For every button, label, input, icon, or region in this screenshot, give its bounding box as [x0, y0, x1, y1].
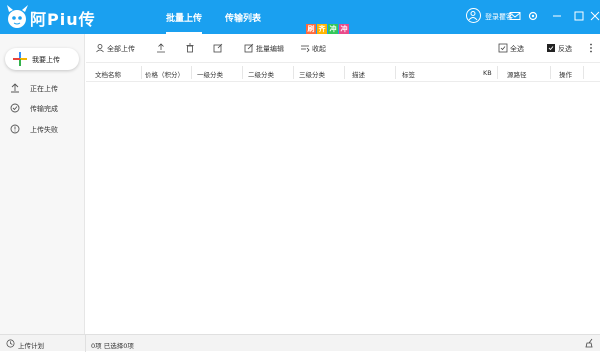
col-header-category-2[interactable]: 二级分类 — [248, 69, 274, 79]
col-header-category-3[interactable]: 三级分类 — [299, 69, 325, 79]
col-header-source-path[interactable]: 源路径 — [507, 69, 527, 79]
checkbox-filled-icon — [547, 44, 555, 52]
mail-icon[interactable] — [509, 10, 521, 22]
batch-edit-icon — [244, 43, 254, 53]
avatar-icon — [466, 8, 481, 23]
col-header-price[interactable]: 价格（积分） — [145, 69, 184, 79]
broom-clean-icon[interactable] — [584, 338, 594, 348]
column-divider — [550, 66, 551, 79]
app-logo: 阿Piu传 — [6, 4, 116, 30]
column-divider — [242, 66, 243, 79]
app-window: 阿Piu传 批量上传 传输列表 刷 齐 冲 冲 登录瞿客 我要上传 正在上传 传… — [0, 0, 600, 352]
minimize-icon[interactable] — [551, 10, 563, 22]
column-divider — [191, 66, 192, 79]
upload-arrow-icon — [11, 83, 19, 93]
col-header-doc-name[interactable]: 文档名称 — [95, 69, 121, 79]
col-header-description[interactable]: 描述 — [352, 69, 365, 79]
status-bar: 上传计划 0项 已选择0项 — [0, 334, 600, 352]
more-vertical-icon[interactable] — [588, 43, 594, 53]
column-divider — [141, 66, 142, 79]
tab-transfer-list[interactable]: 传输列表 — [225, 11, 261, 24]
edit-pencil-icon[interactable] — [213, 43, 223, 53]
status-divider — [85, 335, 86, 352]
batch-edit-label: 批量编辑 — [256, 45, 284, 53]
upload-button[interactable]: 我要上传 — [5, 48, 79, 70]
select-all-label: 全选 — [510, 45, 524, 53]
column-divider — [395, 66, 396, 79]
selection-count: 0项 已选择0项 — [91, 342, 134, 350]
maximize-icon[interactable] — [573, 10, 585, 22]
upload-all-label: 全部上传 — [107, 45, 135, 53]
promo-char: 刷 — [306, 24, 316, 34]
check-circle-icon — [10, 103, 20, 113]
sidebar-item-label: 正在上传 — [30, 85, 58, 93]
column-divider — [344, 66, 345, 79]
promo-char: 齐 — [317, 24, 327, 34]
tab-batch-upload[interactable]: 批量上传 — [166, 11, 203, 34]
upload-plan-label: 上传计划 — [18, 342, 44, 350]
delete-trash-icon[interactable] — [185, 43, 195, 53]
collapse-lines-icon — [301, 45, 310, 53]
column-divider — [583, 66, 584, 79]
column-divider — [293, 66, 294, 79]
clock-icon — [6, 339, 15, 348]
toolbar: 全部上传 批量编辑 收起 全选 反选 — [86, 34, 600, 62]
sidebar-item-label: 上传失败 — [30, 126, 58, 134]
settings-gear-icon[interactable] — [527, 10, 539, 22]
column-divider — [497, 66, 498, 79]
file-list-area[interactable] — [86, 82, 600, 334]
export-icon[interactable] — [156, 43, 166, 53]
close-icon[interactable] — [589, 10, 600, 22]
col-header-tags[interactable]: 标签 — [402, 69, 415, 79]
file-table-header: 文档名称 价格（积分） 一级分类 二级分类 三级分类 描述 标签 KB 源路径 … — [86, 62, 600, 82]
sidebar-item-label: 传输完成 — [30, 105, 58, 113]
col-header-category-1[interactable]: 一级分类 — [197, 69, 223, 79]
col-header-size-kb[interactable]: KB — [483, 69, 492, 77]
checkbox-icon — [498, 43, 508, 53]
colorful-plus-icon — [13, 52, 27, 66]
sidebar: 我要上传 正在上传 传输完成 上传失败 — [0, 34, 85, 334]
mascot-logo-icon — [7, 5, 28, 28]
error-circle-icon — [10, 124, 20, 134]
brand-name: 阿Piu传 — [30, 10, 96, 29]
collapse-label: 收起 — [312, 45, 326, 53]
upload-button-label: 我要上传 — [32, 56, 60, 64]
promo-char: 冲 — [328, 24, 338, 34]
invert-selection-label: 反选 — [558, 45, 572, 53]
promo-char: 冲 — [339, 24, 349, 34]
title-bar: 阿Piu传 批量上传 传输列表 刷 齐 冲 冲 登录瞿客 — [0, 0, 600, 34]
col-header-actions[interactable]: 操作 — [559, 69, 572, 79]
user-upload-icon — [96, 44, 104, 53]
